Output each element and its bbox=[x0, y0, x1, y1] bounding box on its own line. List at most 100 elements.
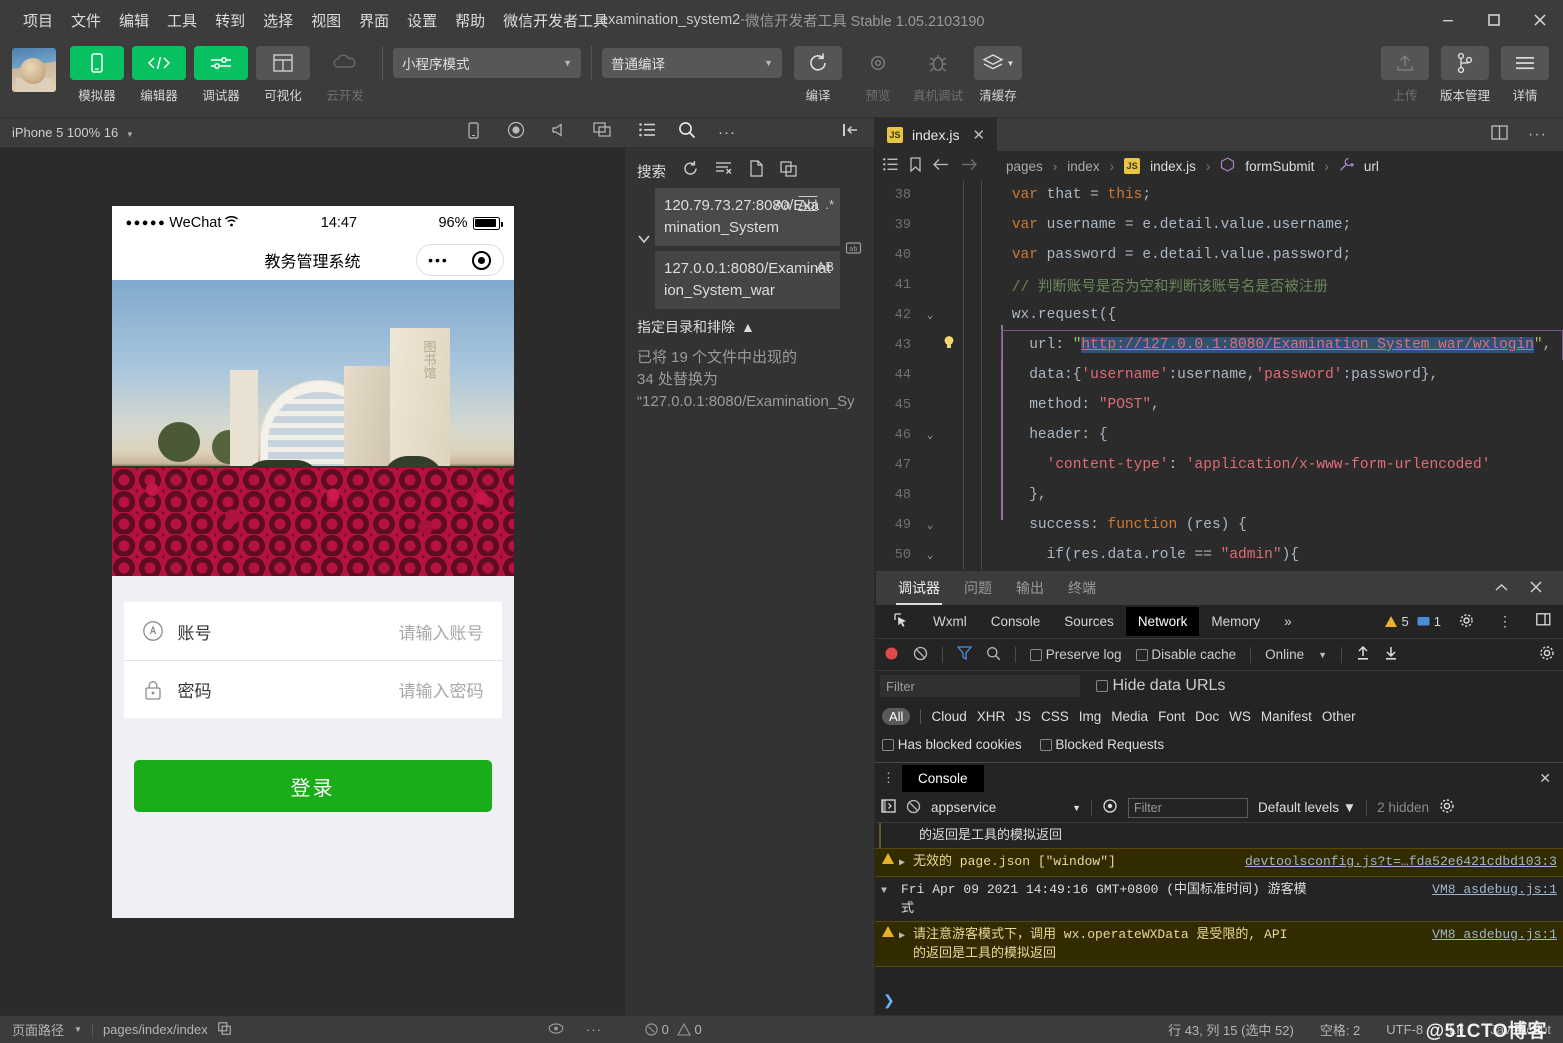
blocked-checkbox-0[interactable]: Has blocked cookies bbox=[882, 737, 1022, 752]
more-icon[interactable]: ··· bbox=[718, 124, 736, 141]
copy-icon[interactable] bbox=[780, 160, 797, 182]
language-mode[interactable]: JavaScript bbox=[1490, 1022, 1551, 1037]
toolbar-layers-action[interactable]: ▼ 清缓存 bbox=[972, 46, 1024, 104]
resource-filter-font[interactable]: Font bbox=[1158, 709, 1185, 724]
expand-icon[interactable]: ▶ bbox=[899, 852, 913, 873]
menu-item-4[interactable]: 转到 bbox=[206, 6, 254, 35]
hide-data-urls-checkbox[interactable]: Hide data URLs bbox=[1096, 677, 1225, 695]
preserve-case-icon[interactable]: AB bbox=[817, 256, 834, 278]
console-line-3[interactable]: ▶ 请注意游客模式下，调用 wx.operateWXData 是受限的, API 的… bbox=[875, 921, 1563, 967]
cdt-tab-console[interactable]: Console bbox=[979, 607, 1053, 636]
issues-badge[interactable]: 51 bbox=[1384, 614, 1447, 629]
cdt-tab-memory[interactable]: Memory bbox=[1199, 607, 1272, 636]
toolbar-sliders-button[interactable]: 调试器 bbox=[194, 46, 248, 104]
code-line-39[interactable]: 39 var username = e.detail.value.usernam… bbox=[875, 210, 1563, 240]
maximize-icon[interactable] bbox=[1471, 0, 1517, 40]
fold-toggle-icon[interactable]: ⌄ bbox=[919, 548, 941, 562]
record-button-icon[interactable] bbox=[884, 646, 899, 664]
console-source-link[interactable]: VM8 asdebug.js:1 bbox=[1420, 925, 1557, 944]
live-expression-icon[interactable] bbox=[1102, 798, 1118, 817]
resource-filter-js[interactable]: JS bbox=[1015, 709, 1031, 724]
regex-icon[interactable]: .* bbox=[825, 194, 834, 216]
throttling-select[interactable]: Online bbox=[1265, 647, 1304, 662]
code-line-49[interactable]: 49 ⌄ success: function (res) { bbox=[875, 510, 1563, 540]
code-line-40[interactable]: 40 var password = e.detail.value.passwor… bbox=[875, 240, 1563, 270]
match-case-icon[interactable]: Aa bbox=[775, 194, 791, 216]
code-line-44[interactable]: 44 data:{'username':username,'password':… bbox=[875, 360, 1563, 390]
breadcrumb-item-2[interactable]: index.js bbox=[1150, 159, 1196, 174]
minimize-icon[interactable] bbox=[1425, 0, 1471, 40]
split-editor-icon[interactable] bbox=[1491, 124, 1508, 145]
devtools-tab-2[interactable]: 输出 bbox=[1004, 572, 1056, 605]
code-line-41[interactable]: 41 // 判断账号是否为空和判断该账号名是否被注册 bbox=[875, 270, 1563, 300]
preserve-log-checkbox[interactable]: Preserve log bbox=[1030, 647, 1122, 662]
drawer-menu-icon[interactable]: ⋮ bbox=[875, 770, 902, 786]
blocked-checkbox-1[interactable]: Blocked Requests bbox=[1039, 737, 1164, 752]
clear-icon[interactable] bbox=[715, 161, 733, 181]
expand-icon[interactable]: ▶ bbox=[899, 925, 913, 946]
export-har-icon[interactable] bbox=[1384, 646, 1398, 664]
quick-fix-icon[interactable] bbox=[941, 335, 957, 355]
code-line-42[interactable]: 42 ⌄ wx.request({ bbox=[875, 300, 1563, 330]
devtools-tab-3[interactable]: 终端 bbox=[1056, 572, 1108, 605]
inspect-element-icon[interactable] bbox=[882, 606, 921, 638]
menu-item-0[interactable]: 项目 bbox=[14, 6, 62, 35]
volume-icon[interactable] bbox=[551, 123, 567, 142]
console-drawer-tab[interactable]: Console bbox=[902, 764, 984, 792]
resource-filter-media[interactable]: Media bbox=[1111, 709, 1148, 724]
console-line-0[interactable]: 的返回是工具的模拟返回 bbox=[879, 823, 1563, 848]
resource-filter-all[interactable]: All bbox=[882, 707, 911, 725]
breadcrumb-item-0[interactable]: pages bbox=[1006, 159, 1043, 174]
console-line-2[interactable]: ▼ Fri Apr 09 2021 14:49:16 GMT+0800 (中国标准… bbox=[875, 877, 1563, 921]
resource-filter-other[interactable]: Other bbox=[1322, 709, 1356, 724]
console-sidebar-icon[interactable] bbox=[881, 799, 896, 816]
code-line-45[interactable]: 45 method: "POST", bbox=[875, 390, 1563, 420]
breadcrumb-item-3[interactable]: formSubmit bbox=[1245, 159, 1314, 174]
menu-item-8[interactable]: 设置 bbox=[398, 6, 446, 35]
expand-icon[interactable]: ▼ bbox=[881, 880, 901, 901]
close-target-icon[interactable] bbox=[471, 250, 491, 270]
code-line-50[interactable]: 50 ⌄ if(res.data.role == "admin"){ bbox=[875, 540, 1563, 570]
replace-input[interactable]: 127.0.0.1:8080/Examination_System_war AB bbox=[655, 251, 840, 309]
code-line-48[interactable]: 48 }, bbox=[875, 480, 1563, 510]
warning-count-badge[interactable]: 0 bbox=[676, 1022, 702, 1037]
fold-toggle-icon[interactable]: ⌄ bbox=[919, 428, 941, 442]
refresh-icon[interactable] bbox=[682, 160, 699, 182]
menu-item-9[interactable]: 帮助 bbox=[446, 6, 494, 35]
resource-filter-img[interactable]: Img bbox=[1079, 709, 1102, 724]
mode-select[interactable]: 小程序模式 ▼ bbox=[393, 48, 581, 78]
breadcrumb-item-4[interactable]: url bbox=[1364, 159, 1379, 174]
more-tabs-icon[interactable]: » bbox=[1272, 607, 1304, 636]
console-prompt[interactable]: ❯ bbox=[875, 986, 1563, 1015]
code-line-46[interactable]: 46 ⌄ header: { bbox=[875, 420, 1563, 450]
copy-icon[interactable] bbox=[218, 1021, 231, 1038]
fold-toggle-icon[interactable]: ⌄ bbox=[919, 308, 941, 322]
breadcrumb-item-1[interactable]: index bbox=[1067, 159, 1099, 174]
gear-icon[interactable] bbox=[1447, 606, 1486, 638]
record-icon[interactable] bbox=[507, 121, 525, 144]
close-icon[interactable] bbox=[1519, 580, 1553, 597]
console-levels-select[interactable]: Default levels ▼ bbox=[1258, 800, 1356, 815]
eol-setting[interactable]: LF bbox=[1449, 1022, 1464, 1037]
login-field-1[interactable]: 密码 请输入密码 bbox=[123, 660, 502, 718]
chevron-up-icon[interactable] bbox=[1484, 580, 1519, 596]
chevron-down-icon[interactable]: ▼ bbox=[1318, 650, 1327, 660]
resource-filter-xhr[interactable]: XHR bbox=[977, 709, 1006, 724]
chevron-toggle-icon[interactable] bbox=[633, 188, 655, 309]
resource-filter-cloud[interactable]: Cloud bbox=[931, 709, 966, 724]
code-line-38[interactable]: 38 var that = this; bbox=[875, 180, 1563, 210]
resource-filter-manifest[interactable]: Manifest bbox=[1261, 709, 1312, 724]
close-icon[interactable]: ✕ bbox=[972, 126, 985, 144]
cdt-tab-sources[interactable]: Sources bbox=[1052, 607, 1126, 636]
whole-word-icon[interactable]: Abl bbox=[799, 194, 818, 216]
toolbar-phone-button[interactable]: 模拟器 bbox=[70, 46, 124, 104]
more-icon[interactable]: ··· bbox=[586, 1022, 602, 1037]
back-arrow-icon[interactable] bbox=[932, 158, 950, 174]
page-path-label[interactable]: 页面路径 bbox=[12, 1020, 64, 1039]
more-icon[interactable]: ⋮ bbox=[1486, 606, 1524, 637]
gear-icon[interactable] bbox=[1539, 645, 1555, 664]
menu-item-7[interactable]: 界面 bbox=[350, 6, 398, 35]
toolbar-bug-action[interactable]: 真机调试 bbox=[912, 46, 964, 104]
eye-icon[interactable] bbox=[548, 1022, 564, 1038]
resource-filter-doc[interactable]: Doc bbox=[1195, 709, 1219, 724]
